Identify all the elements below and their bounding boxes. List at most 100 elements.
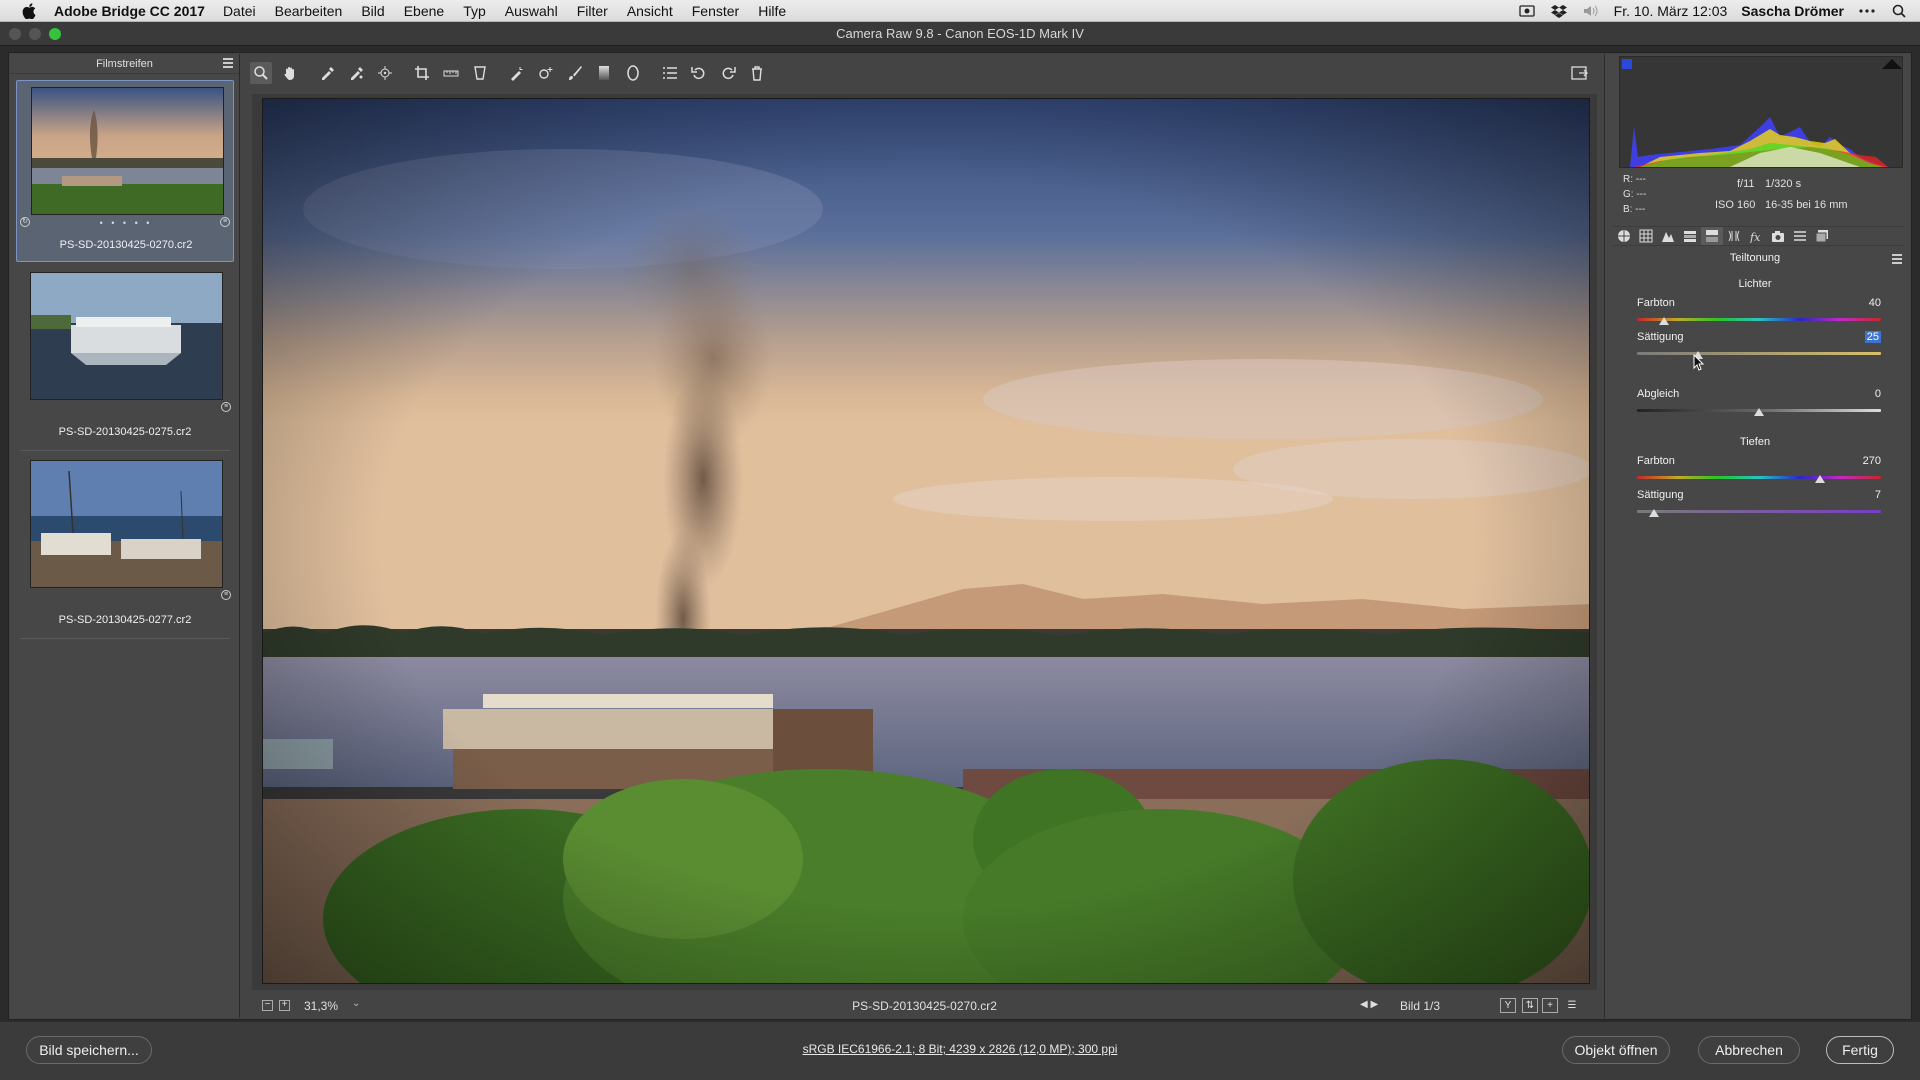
more-icon[interactable] xyxy=(1858,4,1876,18)
filmstrip-item-1[interactable]: • • • • • ↻ ≡ PS-SD-20130425-0270.cr2 xyxy=(16,80,234,262)
menu-bearbeiten[interactable]: Bearbeiten xyxy=(275,3,343,19)
transform-icon[interactable] xyxy=(469,62,491,84)
menu-hilfe[interactable]: Hilfe xyxy=(758,3,786,19)
color-sampler-icon[interactable] xyxy=(345,62,367,84)
copy-settings-icon[interactable]: + xyxy=(1542,998,1558,1013)
rotate-cw-icon[interactable] xyxy=(717,62,739,84)
open-object-button[interactable]: Objekt öffnen xyxy=(1562,1036,1670,1064)
r-readout: R: --- xyxy=(1623,174,1646,185)
rating-stars[interactable]: • • • • • xyxy=(17,218,235,228)
menu-bild[interactable]: Bild xyxy=(361,3,384,19)
clock[interactable]: Fr. 10. März 12:03 xyxy=(1614,3,1728,19)
shadows-hue-thumb[interactable] xyxy=(1815,475,1825,483)
filmstrip-menu-icon[interactable] xyxy=(223,58,233,68)
rotate-badge-icon: ↻ xyxy=(20,217,30,227)
highlights-hue-thumb[interactable] xyxy=(1658,317,1669,325)
split-toning-tab-icon[interactable] xyxy=(1701,227,1723,245)
volume-icon[interactable] xyxy=(1582,4,1600,18)
screen-record-icon[interactable] xyxy=(1518,4,1536,18)
image-counter: Bild 1/3 xyxy=(1400,999,1441,1013)
cancel-button[interactable]: Abbrechen xyxy=(1698,1036,1800,1064)
filmstrip-item-name: PS-SD-20130425-0277.cr2 xyxy=(58,614,192,626)
highlights-saturation-slider[interactable] xyxy=(1637,352,1881,355)
menu-ansicht[interactable]: Ansicht xyxy=(627,3,673,19)
straighten-icon[interactable] xyxy=(440,62,462,84)
panel-tabs: fx xyxy=(1613,226,1905,246)
shadow-clipping-icon xyxy=(1622,59,1632,69)
red-eye-icon[interactable] xyxy=(535,62,557,84)
filmstrip-header: Filmstreifen xyxy=(10,54,239,74)
trash-icon[interactable] xyxy=(746,62,768,84)
shadows-saturation-value[interactable]: 7 xyxy=(1835,489,1881,501)
highlights-saturation-value[interactable]: 25 xyxy=(1835,331,1881,343)
highlights-hue-slider[interactable] xyxy=(1637,318,1881,321)
presets-tab-icon[interactable] xyxy=(1789,227,1811,245)
radial-filter-icon[interactable] xyxy=(622,62,644,84)
apple-menu-icon[interactable] xyxy=(20,2,38,20)
iso: ISO 160 xyxy=(1715,199,1756,211)
spotlight-search-icon[interactable] xyxy=(1890,4,1908,18)
highlights-hue-value[interactable]: 40 xyxy=(1835,297,1881,309)
shadows-saturation-slider[interactable] xyxy=(1637,510,1881,513)
b-readout: B: --- xyxy=(1623,204,1646,215)
filmstrip-panel: Filmstreifen • • • • • ↻ ≡ PS-SD-2013042… xyxy=(10,54,240,1018)
lens: 16-35 bei 16 mm xyxy=(1765,199,1848,211)
done-button[interactable]: Fertig xyxy=(1826,1036,1894,1064)
window-title-bar: Camera Raw 9.8 - Canon EOS-1D Mark IV xyxy=(0,22,1920,46)
menu-filter[interactable]: Filter xyxy=(577,3,608,19)
detail-tab-icon[interactable] xyxy=(1657,227,1679,245)
user-menu[interactable]: Sascha Drömer xyxy=(1741,3,1844,19)
graduated-filter-icon[interactable] xyxy=(593,62,615,84)
zoom-tool-icon[interactable] xyxy=(250,62,272,84)
swap-settings-icon[interactable]: ⇅ xyxy=(1522,998,1538,1013)
rotate-ccw-icon[interactable] xyxy=(688,62,710,84)
shadows-saturation-thumb[interactable] xyxy=(1649,509,1660,517)
hsl-tab-icon[interactable] xyxy=(1679,227,1701,245)
image-nav-arrows[interactable]: ◀ ▶ xyxy=(1360,999,1378,1010)
effects-tab-icon[interactable]: fx xyxy=(1745,227,1767,245)
tone-curve-tab-icon[interactable] xyxy=(1635,227,1657,245)
menu-fenster[interactable]: Fenster xyxy=(692,3,739,19)
shadows-hue-value[interactable]: 270 xyxy=(1835,455,1881,467)
app-menu[interactable]: Adobe Bridge CC 2017 xyxy=(54,3,205,19)
hand-tool-icon[interactable] xyxy=(279,62,301,84)
shutter-speed: 1/320 s xyxy=(1765,178,1802,190)
menu-auswahl[interactable]: Auswahl xyxy=(505,3,558,19)
highlights-section-title: Lichter xyxy=(1738,278,1772,290)
filmstrip-item-name: PS-SD-20130425-0275.cr2 xyxy=(58,426,192,438)
balance-thumb[interactable] xyxy=(1754,408,1764,416)
panel-menu-icon[interactable] xyxy=(1892,254,1902,266)
menu-datei[interactable]: Datei xyxy=(223,3,256,19)
image-preview[interactable] xyxy=(262,98,1590,984)
shadows-hue-slider[interactable] xyxy=(1637,476,1881,479)
spot-removal-icon[interactable] xyxy=(506,62,528,84)
balance-value[interactable]: 0 xyxy=(1835,388,1881,400)
lens-corrections-tab-icon[interactable] xyxy=(1723,227,1745,245)
filmstrip-item-2[interactable]: ≡ PS-SD-20130425-0275.cr2 xyxy=(16,266,234,448)
filmstrip-item-name: PS-SD-20130425-0270.cr2 xyxy=(59,239,193,251)
adjustments-panel: R: --- G: --- B: --- f/11 1/320 s ISO 16… xyxy=(1604,54,1910,1018)
filmstrip-title: Filmstreifen xyxy=(96,58,153,70)
highlights-saturation-label: Sättigung xyxy=(1637,331,1684,343)
preview-status-bar: − + 31,3% ⌄ PS-SD-20130425-0270.cr2 ◀ ▶ … xyxy=(252,994,1597,1018)
current-filename: PS-SD-20130425-0270.cr2 xyxy=(852,999,997,1013)
mouse-pointer-icon xyxy=(1693,354,1705,371)
crop-icon[interactable] xyxy=(411,62,433,84)
dropbox-icon[interactable] xyxy=(1550,4,1568,18)
white-balance-icon[interactable] xyxy=(316,62,338,84)
camera-calibration-tab-icon[interactable] xyxy=(1767,227,1789,245)
histogram xyxy=(1619,56,1903,168)
preferences-icon[interactable] xyxy=(659,62,681,84)
filmstrip-item-3[interactable]: ≡ PS-SD-20130425-0277.cr2 xyxy=(16,454,234,636)
before-after-icon[interactable]: Y xyxy=(1500,998,1516,1013)
shadows-hue-label: Farbton xyxy=(1637,455,1675,467)
menu-typ[interactable]: Typ xyxy=(463,3,486,19)
menu-ebene[interactable]: Ebene xyxy=(404,3,444,19)
snapshots-tab-icon[interactable] xyxy=(1811,227,1833,245)
view-settings-icon[interactable]: ☰ xyxy=(1564,998,1580,1013)
fullscreen-toggle-icon[interactable] xyxy=(1569,62,1591,84)
target-adjust-icon[interactable] xyxy=(374,62,396,84)
adjustment-brush-icon[interactable] xyxy=(564,62,586,84)
basic-tab-icon[interactable] xyxy=(1613,227,1635,245)
highlights-hue-label: Farbton xyxy=(1637,297,1675,309)
